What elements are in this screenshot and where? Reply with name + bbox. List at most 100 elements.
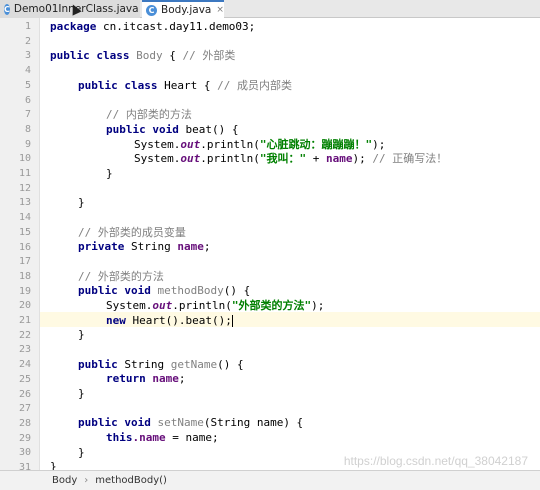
line-number: 27	[18, 403, 31, 415]
code-line-25: return name;	[106, 372, 186, 387]
code-line-15: // 外部类的成员变量	[78, 226, 186, 241]
line-number: 4	[24, 65, 31, 77]
code-line-13: }	[78, 196, 85, 211]
code-line-22: }	[78, 328, 85, 343]
line-number: 11	[18, 168, 31, 179]
comment: // 外部类	[182, 49, 236, 62]
line-number: 8	[24, 123, 31, 135]
keyword: public void	[78, 416, 151, 429]
static-field: out	[180, 152, 201, 165]
line-number: 26	[18, 388, 31, 400]
comment: // 内部类的方法	[106, 108, 192, 121]
code-text: (String name) {	[203, 416, 304, 429]
code-line-8: public void beat() {	[106, 123, 238, 138]
code-line-10: System.out.println("我叫：" + name); // 正确写…	[134, 152, 447, 167]
breadcrumb-item-body[interactable]: Body	[52, 475, 77, 486]
code-text: }	[78, 328, 85, 341]
code-line-28: public void setName(String name) {	[78, 416, 303, 431]
comment: // 外部类的成员变量	[78, 226, 186, 239]
comment: // 成员内部类	[217, 79, 292, 92]
code-text: );	[372, 138, 386, 151]
keyword: public	[78, 358, 118, 371]
code-text: {	[162, 49, 183, 62]
code-line-16: private String name;	[78, 240, 210, 255]
line-number: 5	[24, 79, 31, 91]
code-text: System.	[134, 152, 181, 165]
code-text: () {	[217, 358, 244, 371]
line-number: 24	[18, 359, 31, 371]
comment: // 正确写法！	[372, 152, 448, 165]
line-number: 3	[24, 50, 31, 62]
code-line-9: System.out.println("心脏跳动：蹦蹦蹦！");	[134, 138, 385, 153]
editor-tab-bar: C Demo01InnerClass.java × C Body.java ×	[0, 0, 540, 18]
code-text: }	[78, 446, 85, 459]
line-number: 15	[18, 226, 31, 238]
comment: // 外部类的方法	[78, 270, 164, 283]
code-text: cn.itcast.day11.demo03;	[96, 20, 256, 33]
code-line-7: // 内部类的方法	[106, 108, 192, 123]
line-number: 18	[18, 270, 31, 282]
code-line-11: }	[106, 167, 113, 182]
code-line-26: }	[78, 387, 85, 402]
line-number: 25	[18, 373, 31, 385]
line-number: 22	[18, 329, 31, 341]
line-number: 21	[18, 315, 31, 326]
line-number: 12	[18, 182, 31, 194]
close-icon[interactable]: ×	[216, 5, 224, 15]
line-number: 2	[24, 35, 31, 47]
class-icon: C	[4, 3, 10, 15]
code-line-19: public void methodBody() {	[78, 284, 250, 299]
class-icon: C	[146, 4, 157, 16]
code-text: .println(	[172, 299, 232, 312]
string-literal: "我叫："	[259, 152, 307, 165]
line-number: 17	[18, 256, 31, 268]
code-text: ;	[203, 240, 211, 253]
field-reference: name	[145, 372, 179, 385]
keyword: public void	[78, 284, 151, 297]
code-text: = name;	[165, 431, 219, 444]
code-line-3: public class Body { // 外部类	[50, 49, 235, 64]
code-text: }	[106, 167, 113, 180]
keyword: public void	[106, 123, 179, 136]
code-editor[interactable]: package cn.itcast.day11.demo03; public c…	[40, 18, 540, 473]
code-text: .println(	[200, 138, 260, 151]
code-line-5: public class Heart { // 成员内部类	[78, 79, 292, 94]
static-field: out	[152, 299, 173, 312]
line-number: 1	[24, 21, 31, 32]
code-line-30: }	[78, 446, 85, 461]
breadcrumb-item-methodbody[interactable]: methodBody()	[95, 475, 167, 486]
code-text: .println(	[200, 152, 260, 165]
code-line-18: // 外部类的方法	[78, 270, 164, 285]
line-number: 7	[24, 109, 31, 121]
code-text: beat() {	[178, 123, 239, 136]
keyword: return	[106, 372, 146, 385]
method-name: getName	[170, 358, 218, 371]
keyword: package	[50, 20, 97, 33]
tab-label: Body.java	[161, 4, 212, 16]
line-number: 23	[18, 344, 31, 356]
code-text: );	[352, 152, 373, 165]
code-text: }	[78, 387, 85, 400]
line-number: 14	[18, 212, 31, 224]
line-number: 6	[24, 94, 31, 106]
code-text: System.	[106, 299, 153, 312]
keyword: this	[106, 431, 133, 444]
field-reference: .name	[132, 431, 166, 444]
line-number: 13	[18, 197, 31, 209]
keyword: public class	[50, 49, 130, 62]
code-text: () {	[223, 284, 251, 297]
line-number-gutter: 1 2 3 4 5 6 7 8 9 10 11 12 13 14 15 16 17 18 19 20 21 22 23 24 2…	[0, 18, 40, 473]
keyword: private	[78, 240, 125, 253]
tab-body[interactable]: C Body.java ×	[142, 0, 224, 18]
line-number: 10	[18, 153, 31, 165]
code-text: );	[311, 299, 325, 312]
line-number: 28	[18, 417, 31, 429]
line-number: 29	[18, 432, 31, 444]
class-name: Body	[129, 49, 163, 62]
string-literal: "外部类的方法"	[231, 299, 312, 312]
code-text: }	[78, 196, 85, 209]
code-text: Heart {	[157, 79, 218, 92]
line-number: 16	[18, 241, 31, 253]
line-number: 19	[18, 285, 31, 297]
field-reference: name	[325, 152, 353, 165]
